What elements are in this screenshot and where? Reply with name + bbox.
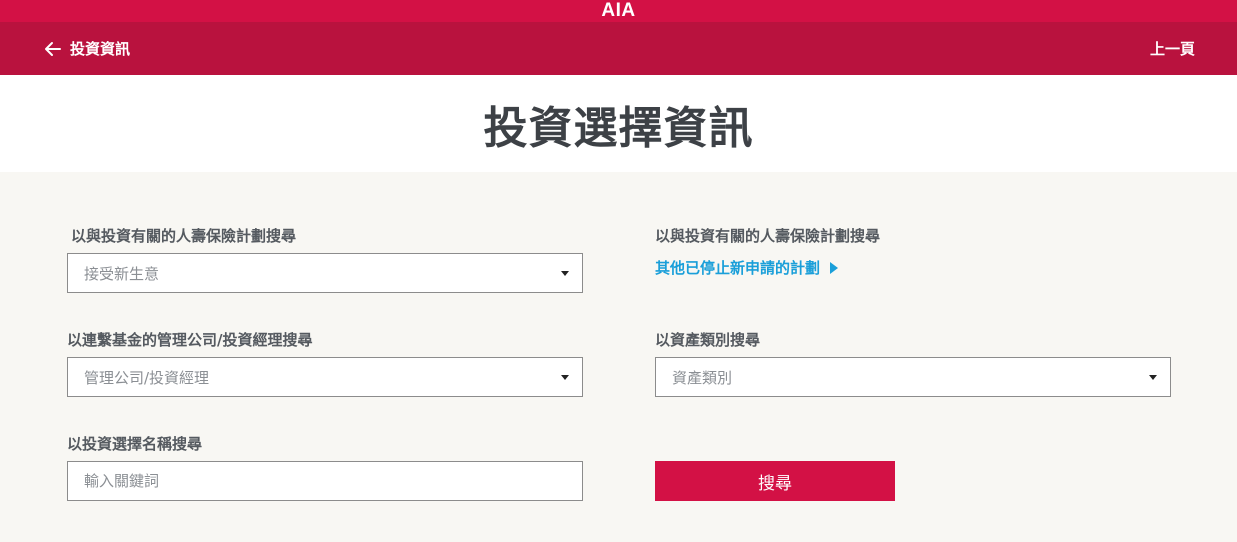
keyword-input[interactable] [67, 461, 583, 501]
search-form: 以與投資有關的人壽保險計劃搜尋 接受新生意 以與投資有關的人壽保險計劃搜尋 其他… [0, 172, 1237, 542]
back-link[interactable]: 投資資訊 [44, 22, 130, 75]
other-plans-link-text: 其他已停止新申請的計劃 [655, 259, 821, 277]
manager-search-label: 以連繫基金的管理公司/投資經理搜尋 [67, 331, 313, 349]
caret-down-icon [561, 374, 569, 380]
asset-search-label: 以資產類別搜尋 [655, 331, 761, 349]
caret-down-icon [1149, 374, 1157, 380]
other-plans-label: 以與投資有關的人壽保險計劃搜尋 [655, 227, 881, 245]
caret-down-icon [561, 270, 569, 276]
asset-class-select[interactable]: 資產類別 [655, 357, 1171, 397]
plan-search-label: 以與投資有關的人壽保險計劃搜尋 [71, 227, 297, 245]
asset-class-select-value: 資產類別 [672, 368, 733, 387]
brand-logo[interactable]: AIA [0, 0, 1237, 22]
arrow-left-icon [45, 41, 61, 56]
back-link-label: 投資資訊 [70, 40, 131, 58]
title-band: 投資選擇資訊 [0, 75, 1237, 172]
plan-select[interactable]: 接受新生意 [67, 253, 583, 293]
previous-page-link[interactable]: 上一頁 [1150, 22, 1195, 75]
plan-select-value: 接受新生意 [84, 264, 160, 283]
search-button[interactable]: 搜尋 [655, 461, 895, 501]
nav-bar: 投資資訊 上一頁 [0, 22, 1237, 75]
triangle-right-icon [830, 261, 839, 274]
manager-select[interactable]: 管理公司/投資經理 [67, 357, 583, 397]
manager-select-value: 管理公司/投資經理 [84, 368, 210, 387]
name-search-label: 以投資選擇名稱搜尋 [67, 435, 203, 453]
other-plans-link[interactable]: 其他已停止新申請的計劃 [655, 257, 839, 278]
page-title: 投資選擇資訊 [483, 102, 754, 154]
